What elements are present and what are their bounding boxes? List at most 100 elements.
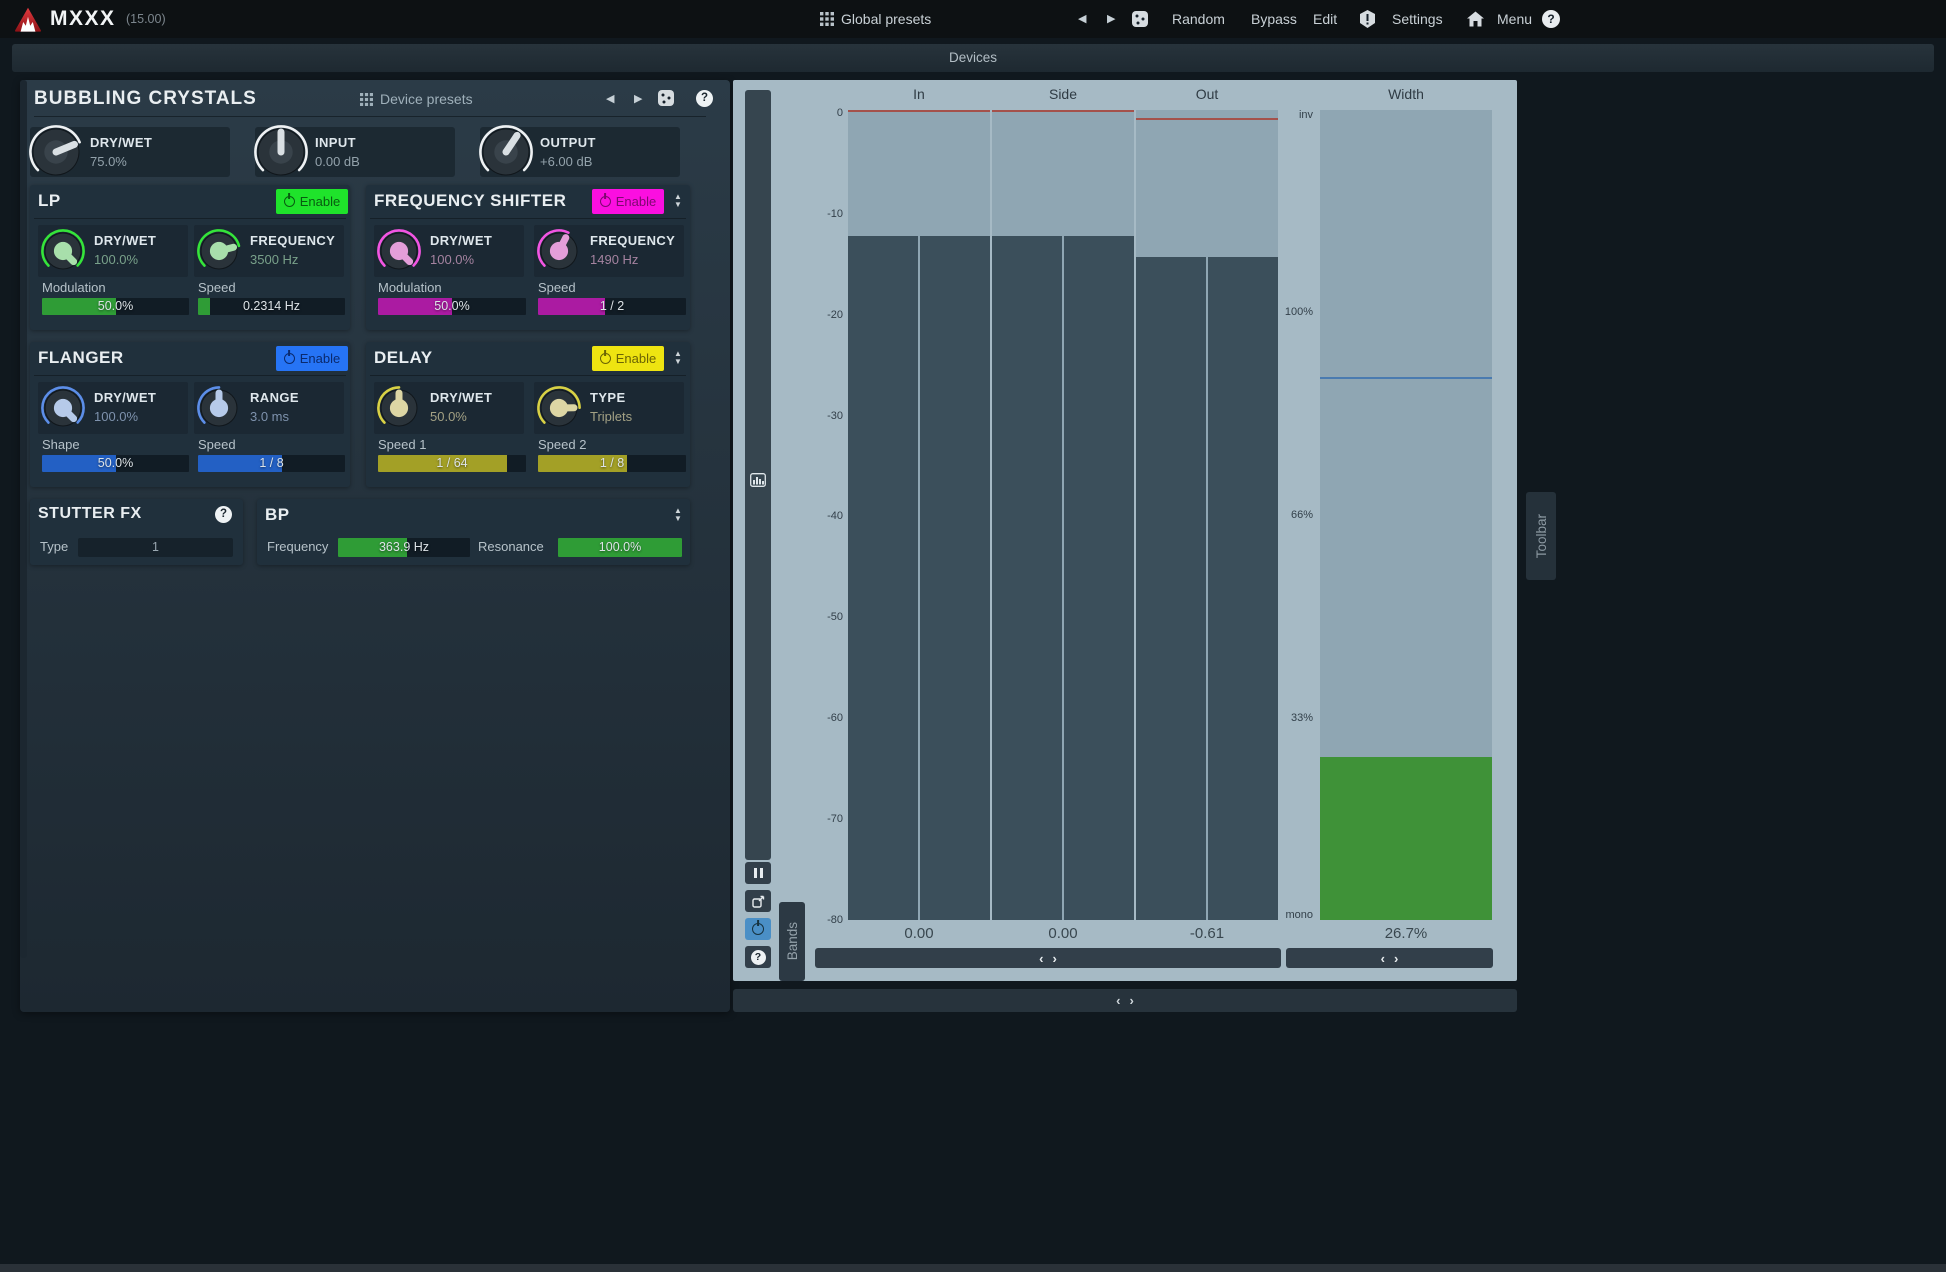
resize-icon (752, 895, 765, 908)
knob-label: DRY/WET (90, 135, 152, 150)
fs-modulation-slider[interactable]: 50.0% (378, 298, 526, 315)
device-help-button[interactable]: ? (696, 90, 713, 107)
device-presets-button[interactable]: Device presets (380, 91, 473, 107)
lp-frequency-group: FREQUENCY 3500 Hz (194, 225, 344, 277)
module-spinner[interactable]: ▲▼ (671, 193, 685, 209)
tab-devices[interactable]: Devices (12, 44, 1934, 72)
module-title[interactable]: FLANGER (38, 348, 124, 368)
bp-resonance-slider[interactable]: 100.0% (558, 538, 682, 557)
delay-enable-button[interactable]: Enable (592, 346, 664, 371)
preset-name[interactable]: BUBBLING CRYSTALS (34, 88, 257, 110)
delay-drywet-knob[interactable] (376, 385, 422, 436)
random-dice-icon[interactable] (1132, 11, 1148, 27)
knob-label: OUTPUT (540, 135, 596, 150)
delay-speed2-slider[interactable]: 1 / 8 (538, 455, 686, 472)
resize-button[interactable] (745, 890, 771, 912)
lp-enable-button[interactable]: Enable (276, 189, 348, 214)
fs-drywet-knob[interactable] (376, 228, 422, 279)
flanger-range-knob[interactable] (196, 385, 242, 436)
width-scale-label: 100% (1269, 306, 1313, 318)
bands-tab[interactable]: Bands (779, 902, 805, 981)
db-scale-label: -50 (799, 611, 843, 623)
alert-shield-icon[interactable] (1359, 10, 1376, 28)
knob-value: Triplets (590, 409, 632, 424)
frequency-shifter-enable-button[interactable]: Enable (592, 189, 664, 214)
fs-frequency-group: FREQUENCY 1490 Hz (534, 225, 684, 277)
meter-help-button[interactable]: ? (745, 946, 771, 968)
master-output-knob[interactable] (478, 124, 534, 185)
fs-frequency-knob[interactable] (536, 228, 582, 279)
module-spinner[interactable]: ▲▼ (671, 507, 685, 523)
delay-type-group: TYPE Triplets (534, 382, 684, 434)
lp-modulation-slider[interactable]: 50.0% (42, 298, 189, 315)
divider (370, 375, 686, 376)
bp-frequency-slider[interactable]: 363.9 Hz (338, 538, 470, 557)
width-scale-label: mono (1269, 909, 1313, 921)
module-spinner[interactable]: ▲▼ (671, 350, 685, 366)
menu-button[interactable]: Menu (1497, 0, 1532, 38)
module-stutter-fx: STUTTER FX ? Type 1 (30, 499, 243, 565)
flanger-enable-button[interactable]: Enable (276, 346, 348, 371)
knob-value: 0.00 dB (315, 154, 360, 169)
module-title[interactable]: STUTTER FX (38, 505, 142, 523)
master-input-knob[interactable] (253, 124, 309, 185)
module-title[interactable]: BP (265, 505, 290, 525)
random-button[interactable]: Random (1172, 0, 1225, 38)
lp-speed-slider[interactable]: 0.2314 Hz (198, 298, 345, 315)
peak-line (1136, 118, 1278, 120)
device-preset-prev-button[interactable]: ◀ (606, 92, 614, 105)
delay-type-knob[interactable] (536, 385, 582, 436)
flanger-range-group: RANGE 3.0 ms (194, 382, 344, 434)
width-scale-label: inv (1269, 109, 1313, 121)
bottom-scrollbar[interactable]: ‹› (733, 989, 1517, 1012)
lp-drywet-knob[interactable] (40, 228, 86, 279)
stutter-help-button[interactable]: ? (215, 506, 232, 523)
device-preset-next-button[interactable]: ▶ (634, 92, 642, 105)
flanger-drywet-knob[interactable] (40, 385, 86, 436)
master-drywet-knob[interactable] (28, 124, 84, 185)
meter-power-button[interactable] (745, 918, 771, 940)
power-icon (752, 923, 764, 935)
settings-button[interactable]: Settings (1392, 0, 1443, 38)
edit-button[interactable]: Edit (1313, 0, 1337, 38)
meter-side-left-fill (992, 236, 1062, 920)
module-title[interactable]: LP (38, 191, 61, 211)
db-scale-label: -20 (799, 309, 843, 321)
bypass-button[interactable]: Bypass (1251, 0, 1297, 38)
divider (370, 218, 686, 219)
meter-width (1320, 110, 1492, 920)
meter-zoom-scrollbar[interactable]: ‹› (815, 948, 1281, 968)
knob-value: 100.0% (94, 409, 156, 424)
module-title[interactable]: FREQUENCY SHIFTER (374, 191, 566, 211)
pause-button[interactable] (745, 862, 771, 884)
knob-value: 1490 Hz (590, 252, 675, 267)
meter-in (848, 110, 990, 920)
pause-icon (754, 868, 763, 878)
delay-speed1-slider[interactable]: 1 / 64 (378, 455, 526, 472)
knob-value: 3500 Hz (250, 252, 335, 267)
fs-speed-slider[interactable]: 1 / 2 (538, 298, 686, 315)
flanger-speed-slider[interactable]: 1 / 8 (198, 455, 345, 472)
slider-label: Speed (198, 437, 236, 452)
preset-next-button[interactable]: ▶ (1107, 0, 1115, 38)
knob-value: 100.0% (430, 252, 492, 267)
module-title[interactable]: DELAY (374, 348, 433, 368)
global-presets-button[interactable]: Global presets (841, 0, 931, 38)
slider-label: Speed (538, 280, 576, 295)
db-scale-label: -30 (799, 410, 843, 422)
help-button[interactable]: ? (1542, 10, 1560, 28)
knob-label: DRY/WET (94, 390, 156, 405)
meter-vertical-slider[interactable] (745, 90, 771, 860)
preset-prev-button[interactable]: ◀ (1078, 0, 1086, 38)
divider (34, 375, 346, 376)
width-zoom-scrollbar[interactable]: ‹› (1286, 948, 1493, 968)
slider-label: Shape (42, 437, 80, 452)
home-icon[interactable] (1467, 12, 1484, 27)
device-random-dice-icon[interactable] (658, 90, 674, 106)
toolbar-tab[interactable]: Toolbar (1526, 492, 1556, 580)
knob-label: FREQUENCY (250, 233, 335, 248)
stutter-type-value[interactable]: 1 (78, 538, 233, 557)
panel-scrollbar[interactable] (20, 80, 27, 958)
lp-frequency-knob[interactable] (196, 228, 242, 279)
flanger-shape-slider[interactable]: 50.0% (42, 455, 189, 472)
